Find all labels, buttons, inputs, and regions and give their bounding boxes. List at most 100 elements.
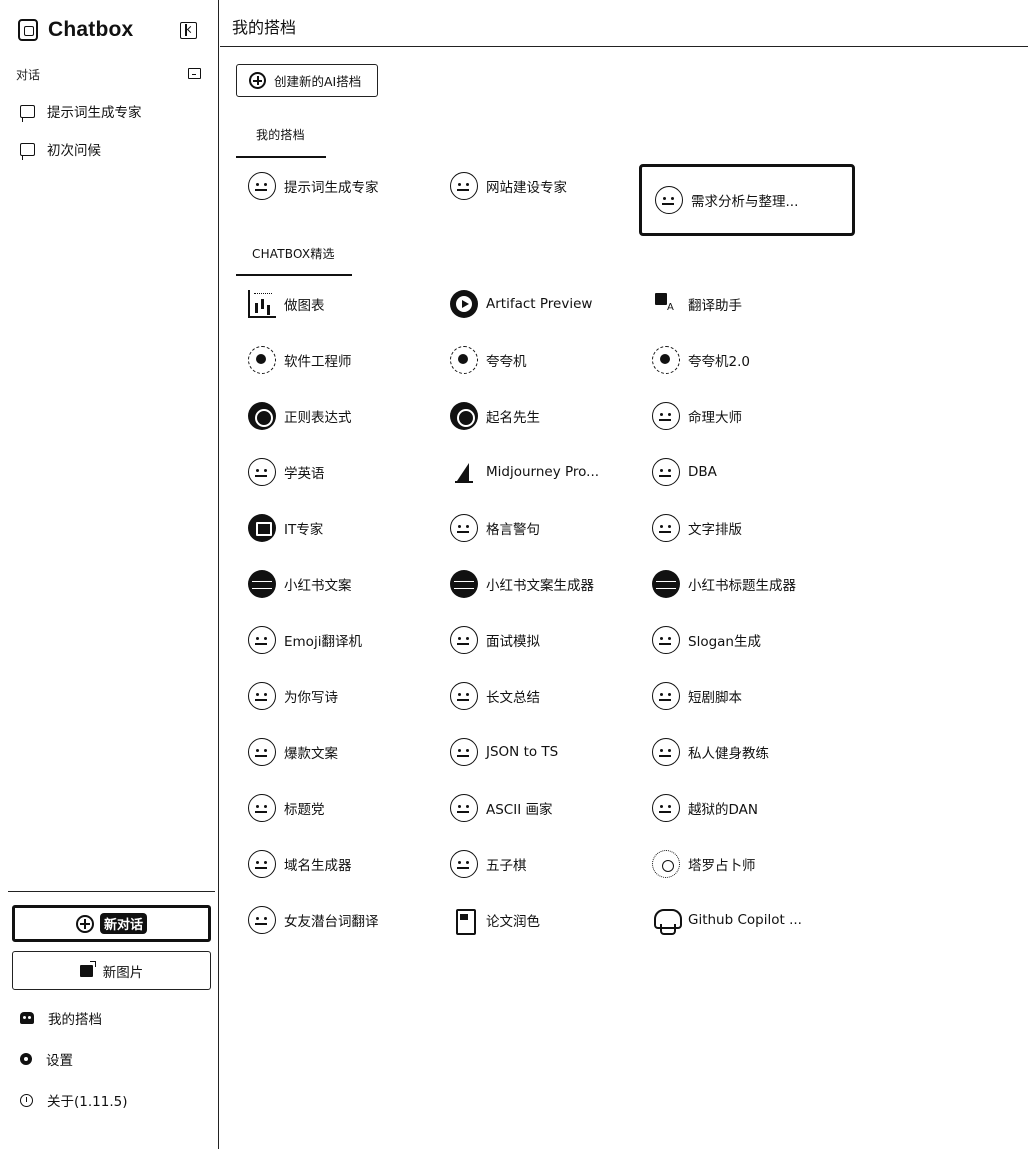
agent-card[interactable]: 短剧脚本: [652, 682, 742, 710]
agent-card[interactable]: 小红书标题生成器: [652, 570, 796, 598]
book-icon: [450, 906, 478, 935]
agent-card[interactable]: IT专家: [248, 514, 323, 542]
face-icon: [450, 850, 478, 878]
create-ai-partner-button[interactable]: 创建新的AI搭档: [236, 64, 378, 97]
agent-card[interactable]: 为你写诗: [248, 682, 338, 710]
agent-card[interactable]: 夸夸机: [450, 346, 527, 374]
agent-card[interactable]: 标题党: [248, 794, 325, 822]
agent-card[interactable]: 学英语: [248, 458, 325, 486]
agent-card[interactable]: Emoji翻译机: [248, 626, 362, 654]
chat-bubble-icon: [20, 142, 35, 160]
agent-card[interactable]: Github Copilot ...: [652, 906, 802, 935]
agent-card[interactable]: Artifact Preview: [450, 290, 592, 318]
agent-card[interactable]: 命理大师: [652, 402, 742, 430]
agent-label: 命理大师: [688, 410, 742, 426]
collapse-sidebar-icon[interactable]: [180, 22, 197, 39]
agent-card[interactable]: JSON to TS: [450, 738, 558, 766]
agent-card[interactable]: 越狱的DAN: [652, 794, 758, 822]
face-icon: [652, 402, 680, 430]
chatbox-logo-icon: [18, 19, 38, 41]
face-icon: [248, 906, 276, 934]
agent-card[interactable]: 起名先生: [450, 402, 540, 430]
monitor-icon: [248, 514, 276, 542]
nav-my-partners[interactable]: 我的搭档: [20, 1008, 102, 1028]
new-chat-button[interactable]: 新对话: [12, 905, 211, 942]
face-icon: [655, 186, 683, 214]
agent-card[interactable]: 小红书文案生成器: [450, 570, 594, 598]
archive-icon[interactable]: [188, 68, 201, 79]
agent-card[interactable]: 女友潜台词翻译: [248, 906, 379, 934]
agent-label: 私人健身教练: [688, 746, 769, 762]
agent-card[interactable]: 翻译助手: [652, 290, 742, 318]
agent-card[interactable]: 正则表达式: [248, 402, 352, 430]
agent-card[interactable]: 论文润色: [450, 906, 540, 935]
agent-card[interactable]: 夸夸机2.0: [652, 346, 750, 374]
face-icon: [652, 738, 680, 766]
agent-label: 提示词生成专家: [284, 180, 379, 196]
agent-label: 翻译助手: [688, 298, 742, 314]
face-icon: [450, 514, 478, 542]
seal-icon: [450, 402, 478, 430]
nav-label: 设置: [46, 1053, 73, 1069]
agent-card[interactable]: ASCII 画家: [450, 794, 553, 822]
agent-label: 夸夸机2.0: [688, 354, 750, 370]
chat-bubble-icon: [20, 104, 35, 122]
agent-card[interactable]: 面试模拟: [450, 626, 540, 654]
agent-label: 网站建设专家: [486, 180, 567, 196]
conversation-item[interactable]: 初次问候: [20, 139, 101, 160]
conversation-item[interactable]: 提示词生成专家: [20, 101, 142, 122]
xiaohongshu-icon: [652, 570, 680, 598]
conversation-label: 提示词生成专家: [47, 105, 142, 121]
agent-card[interactable]: 域名生成器: [248, 850, 352, 878]
agent-label: 小红书文案生成器: [486, 578, 594, 594]
agent-card[interactable]: 爆款文案: [248, 738, 338, 766]
face-icon: [248, 850, 276, 878]
agent-label: 五子棋: [486, 858, 527, 874]
copilot-icon: [652, 906, 682, 935]
agent-card[interactable]: 提示词生成专家: [248, 172, 379, 200]
agent-label: 小红书文案: [284, 578, 352, 594]
xiaohongshu-icon: [450, 570, 478, 598]
agent-label: 论文润色: [486, 914, 540, 930]
bot-icon: [20, 1012, 34, 1024]
agent-card[interactable]: Slogan生成: [652, 626, 761, 654]
agent-card[interactable]: 格言警句: [450, 514, 540, 542]
agent-card[interactable]: 塔罗占卜师: [652, 850, 756, 878]
agent-card[interactable]: 私人健身教练: [652, 738, 769, 766]
agent-card[interactable]: 需求分析与整理...: [639, 164, 855, 236]
face-icon: [652, 794, 680, 822]
face-icon: [450, 172, 478, 200]
new-image-button[interactable]: 新图片: [12, 951, 211, 990]
agent-card[interactable]: 网站建设专家: [450, 172, 567, 200]
nav-settings[interactable]: 设置: [20, 1049, 73, 1069]
agent-card[interactable]: 做图表: [248, 290, 325, 318]
sketch-avatar-icon: [652, 346, 680, 374]
agent-card[interactable]: 软件工程师: [248, 346, 352, 374]
face-icon: [652, 458, 680, 486]
agent-label: ASCII 画家: [486, 802, 553, 818]
agent-label: 做图表: [284, 298, 325, 314]
agent-label: 格言警句: [486, 522, 540, 538]
main-panel: 我的搭档 创建新的AI搭档 我的搭档 CHATBOX精选 提示词生成专家 网站建设…: [220, 0, 1028, 1149]
face-icon: [248, 682, 276, 710]
agent-card[interactable]: 长文总结: [450, 682, 540, 710]
agent-card[interactable]: Midjourney Pro...: [450, 458, 599, 486]
sailboat-icon: [450, 458, 478, 486]
nav-label: 我的搭档: [48, 1012, 102, 1028]
chart-icon: [248, 290, 276, 318]
agent-label: 越狱的DAN: [688, 802, 758, 818]
plus-circle-icon: [249, 72, 266, 89]
agent-card[interactable]: DBA: [652, 458, 717, 486]
agent-card[interactable]: 五子棋: [450, 850, 527, 878]
agent-card[interactable]: 文字排版: [652, 514, 742, 542]
face-icon: [450, 626, 478, 654]
nav-about[interactable]: 关于(1.11.5): [20, 1090, 127, 1110]
agent-label: Artifact Preview: [486, 296, 593, 312]
agent-card[interactable]: 小红书文案: [248, 570, 352, 598]
agent-label: 标题党: [284, 802, 325, 818]
app-brand[interactable]: Chatbox: [18, 18, 133, 42]
agent-label: Slogan生成: [688, 634, 761, 650]
agent-label: 学英语: [284, 466, 325, 482]
xiaohongshu-icon: [248, 570, 276, 598]
plus-circle-icon: [75, 914, 94, 933]
